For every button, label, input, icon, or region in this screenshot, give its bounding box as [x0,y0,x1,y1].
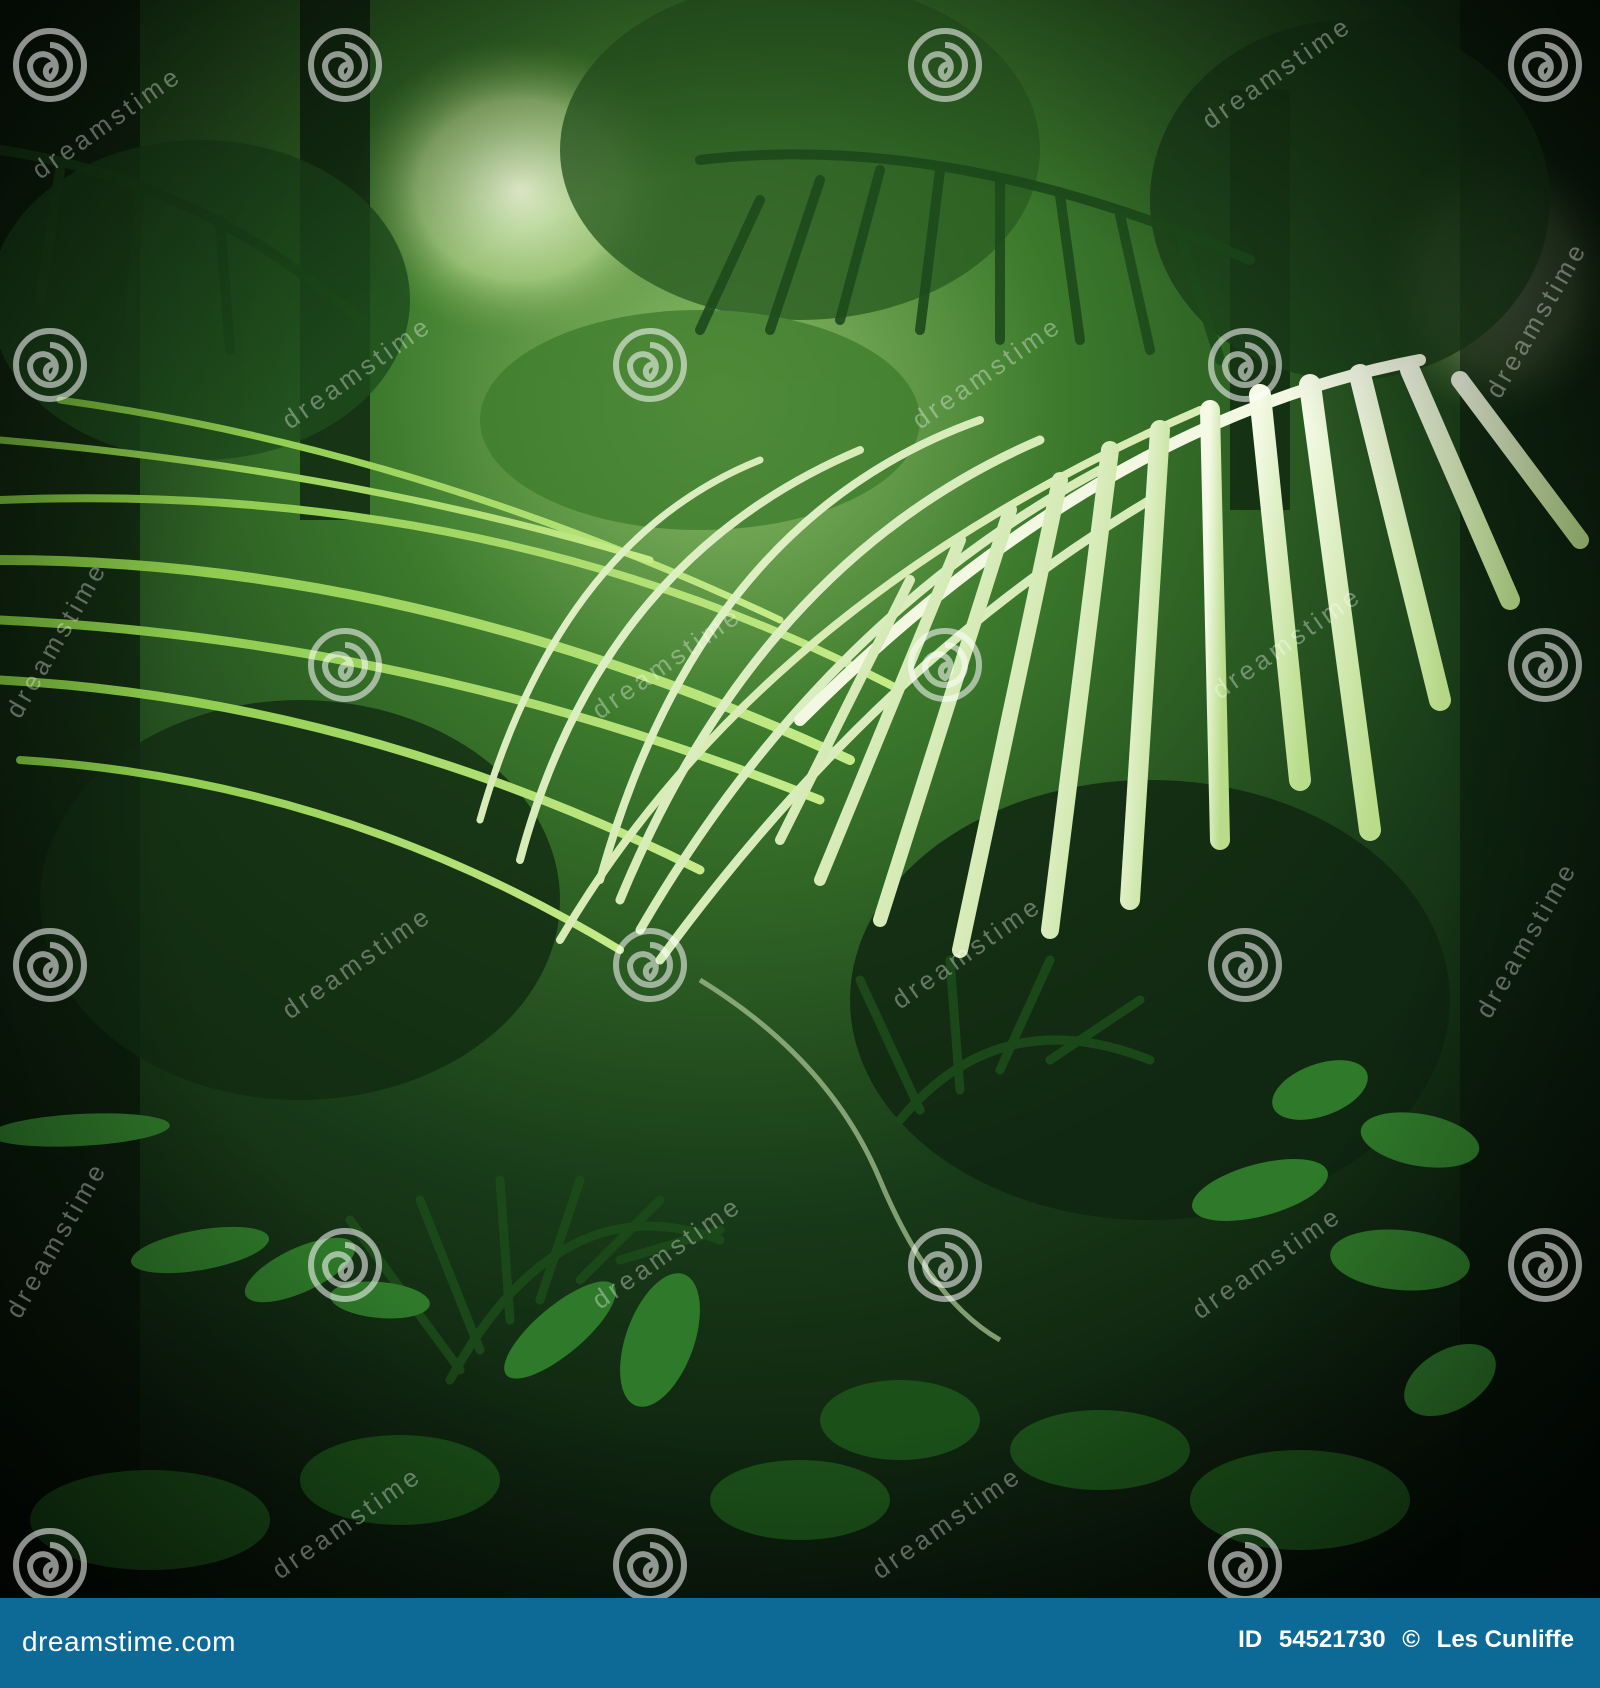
jungle-photo-artwork: dreamstime dreamstime dreamstime dreamst… [0,0,1600,1598]
copyright-icon: © [1402,1626,1420,1653]
image-credit: ID 54521730 © Les Cunliffe [1238,1626,1574,1654]
image-id-number: 54521730 [1278,1626,1386,1653]
footer-bar: dreamstime.com ID 54521730 © Les Cunliff… [0,1598,1600,1688]
author-name: Les Cunliffe [1436,1626,1574,1653]
stock-photo-page: dreamstime dreamstime dreamstime dreamst… [0,0,1600,1688]
image-id-label: ID [1238,1626,1263,1653]
site-url-link[interactable]: dreamstime.com [22,1626,236,1658]
jungle-photo: dreamstime dreamstime dreamstime dreamst… [0,0,1600,1598]
